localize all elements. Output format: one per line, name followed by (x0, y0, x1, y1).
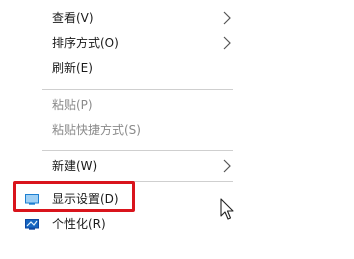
menu-item-new-label: 新建(W) (52, 159, 98, 173)
menu-item-view[interactable]: 查看(V) (0, 7, 250, 31)
chevron-right-icon (223, 11, 231, 25)
chevron-right-icon (223, 159, 231, 173)
menu-item-personalize[interactable]: 个性化(R) (0, 213, 250, 237)
menu-item-paste-label: 粘贴(P) (52, 98, 93, 112)
menu-item-view-label: 查看(V) (52, 11, 94, 25)
display-settings-highlight-box (13, 181, 135, 212)
menu-item-sort-by[interactable]: 排序方式(O) (0, 32, 250, 56)
menu-item-paste-shortcut: 粘贴快捷方式(S) (0, 119, 250, 143)
menu-item-paste-shortcut-label: 粘贴快捷方式(S) (52, 123, 141, 137)
menu-item-sort-by-label: 排序方式(O) (52, 36, 119, 50)
mouse-cursor-icon (220, 198, 234, 220)
menu-item-new[interactable]: 新建(W) (0, 155, 250, 179)
chevron-right-icon (223, 36, 231, 50)
menu-separator (42, 150, 233, 151)
menu-item-refresh[interactable]: 刷新(E) (0, 57, 250, 81)
menu-item-paste: 粘贴(P) (0, 94, 250, 118)
personalize-monitor-icon (25, 219, 39, 230)
desktop-context-menu: 查看(V) 排序方式(O) 刷新(E) 粘贴(P) 粘贴快捷方式(S) 新建(W… (0, 0, 250, 259)
menu-item-personalize-label: 个性化(R) (52, 217, 106, 231)
menu-separator (42, 89, 233, 90)
menu-item-refresh-label: 刷新(E) (52, 61, 93, 75)
